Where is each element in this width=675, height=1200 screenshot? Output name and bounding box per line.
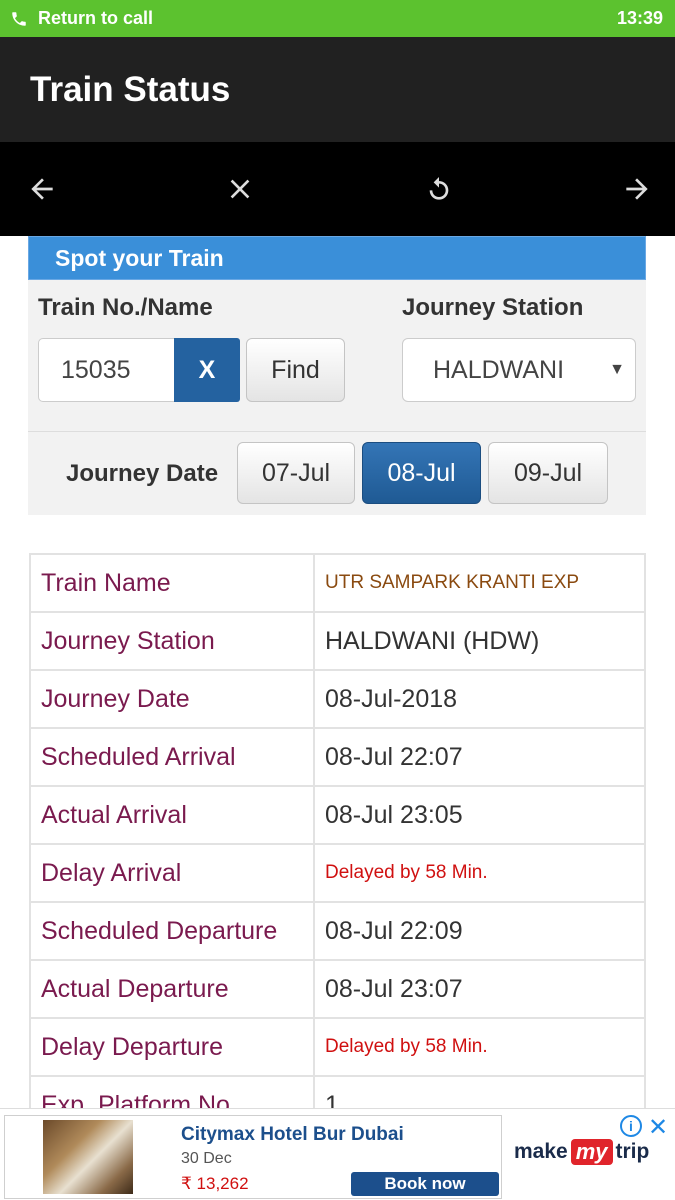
row-key: Actual Arrival [29,785,315,845]
status-bar: Return to call 13:39 [0,0,675,37]
row-key: Scheduled Arrival [29,727,315,787]
ad-card[interactable]: Citymax Hotel Bur Dubai 30 Dec ₹ 13,262 … [4,1115,502,1199]
browser-nav [0,142,675,236]
close-icon [230,179,250,199]
date-button-09-jul[interactable]: 09-Jul [488,442,608,504]
row-value: 08-Jul-2018 [313,669,646,729]
table-row: Train Name UTR SAMPARK KRANTI EXP [29,553,646,613]
arrow-right-icon [626,178,648,200]
journey-station-select[interactable]: HALDWANI ▼ [402,338,636,402]
forward-button[interactable] [617,169,657,209]
row-value: HALDWANI (HDW) [313,611,646,671]
table-row: Scheduled Departure 08-Jul 22:09 [29,901,646,961]
reload-icon [429,177,448,200]
date-button-08-jul[interactable]: 08-Jul [362,442,481,504]
station-label: Journey Station [402,294,584,321]
brand-trip: trip [615,1140,650,1163]
ad-banner[interactable]: Citymax Hotel Bur Dubai 30 Dec ₹ 13,262 … [0,1108,675,1200]
page-title: Train Status [30,69,231,109]
table-row: Journey Date 08-Jul-2018 [29,669,646,729]
ad-date: 30 Dec [181,1150,232,1167]
row-value: UTR SAMPARK KRANTI EXP [313,553,646,613]
row-value: Delayed by 58 Min. [313,843,646,903]
clear-button[interactable]: X [174,338,240,402]
makemytrip-logo: make my trip [514,1139,649,1165]
ad-info-icon[interactable]: i [620,1115,642,1137]
table-row: Actual Departure 08-Jul 23:07 [29,959,646,1019]
brand-my: my [570,1139,613,1165]
ad-price: ₹ 13,262 [181,1174,249,1193]
dropdown-caret-icon: ▼ [609,361,625,378]
date-button-07-jul[interactable]: 07-Jul [237,442,355,504]
row-key: Delay Arrival [29,843,315,903]
train-details-table: Train Name UTR SAMPARK KRANTI EXP Journe… [29,553,646,1108]
row-key: Journey Station [29,611,315,671]
row-value: 08-Jul 23:05 [313,785,646,845]
app-bar: Train Status [0,37,675,142]
row-key: Exp. Platform No [29,1075,315,1108]
row-value: 08-Jul 22:07 [313,727,646,787]
clock: 13:39 [616,8,663,28]
return-to-call[interactable]: Return to call [10,8,153,29]
panel-divider [28,431,646,432]
table-row: Delay Arrival Delayed by 58 Min. [29,843,646,903]
ad-title: Citymax Hotel Bur Dubai [181,1124,404,1145]
table-row: Journey Station HALDWANI (HDW) [29,611,646,671]
row-key: Scheduled Departure [29,901,315,961]
find-button[interactable]: Find [246,338,345,402]
brand-make: make [514,1140,568,1163]
row-key: Actual Departure [29,959,315,1019]
spot-train-header: Spot your Train [28,236,646,280]
row-value: 08-Jul 23:07 [313,959,646,1019]
search-panel: Train No./Name Journey Station 15035 X F… [28,280,646,515]
ad-close-icon[interactable]: ✕ [648,1113,668,1142]
row-key: Journey Date [29,669,315,729]
row-key: Delay Departure [29,1017,315,1077]
row-value: 08-Jul 22:09 [313,901,646,961]
journey-date-label: Journey Date [66,460,219,487]
journey-station-value: HALDWANI [433,355,565,384]
close-button[interactable] [220,169,260,209]
table-row: Delay Departure Delayed by 58 Min. [29,1017,646,1077]
row-value: Delayed by 58 Min. [313,1017,646,1077]
book-now-button[interactable]: Book now [351,1172,499,1196]
row-value: 1 [313,1075,646,1108]
reload-button[interactable] [419,169,459,209]
web-content: Spot your Train Train No./Name Journey S… [0,236,675,1108]
back-button[interactable] [22,169,62,209]
train-number-input[interactable]: 15035 [38,338,176,402]
train-label: Train No./Name [38,294,213,321]
table-row: Scheduled Arrival 08-Jul 22:07 [29,727,646,787]
arrow-left-icon [31,178,53,200]
return-to-call-label: Return to call [38,8,154,28]
table-row: Exp. Platform No 1 [29,1075,646,1108]
table-row: Actual Arrival 08-Jul 23:05 [29,785,646,845]
row-key: Train Name [29,553,315,613]
hotel-image [43,1120,133,1194]
phone-icon [12,11,26,26]
